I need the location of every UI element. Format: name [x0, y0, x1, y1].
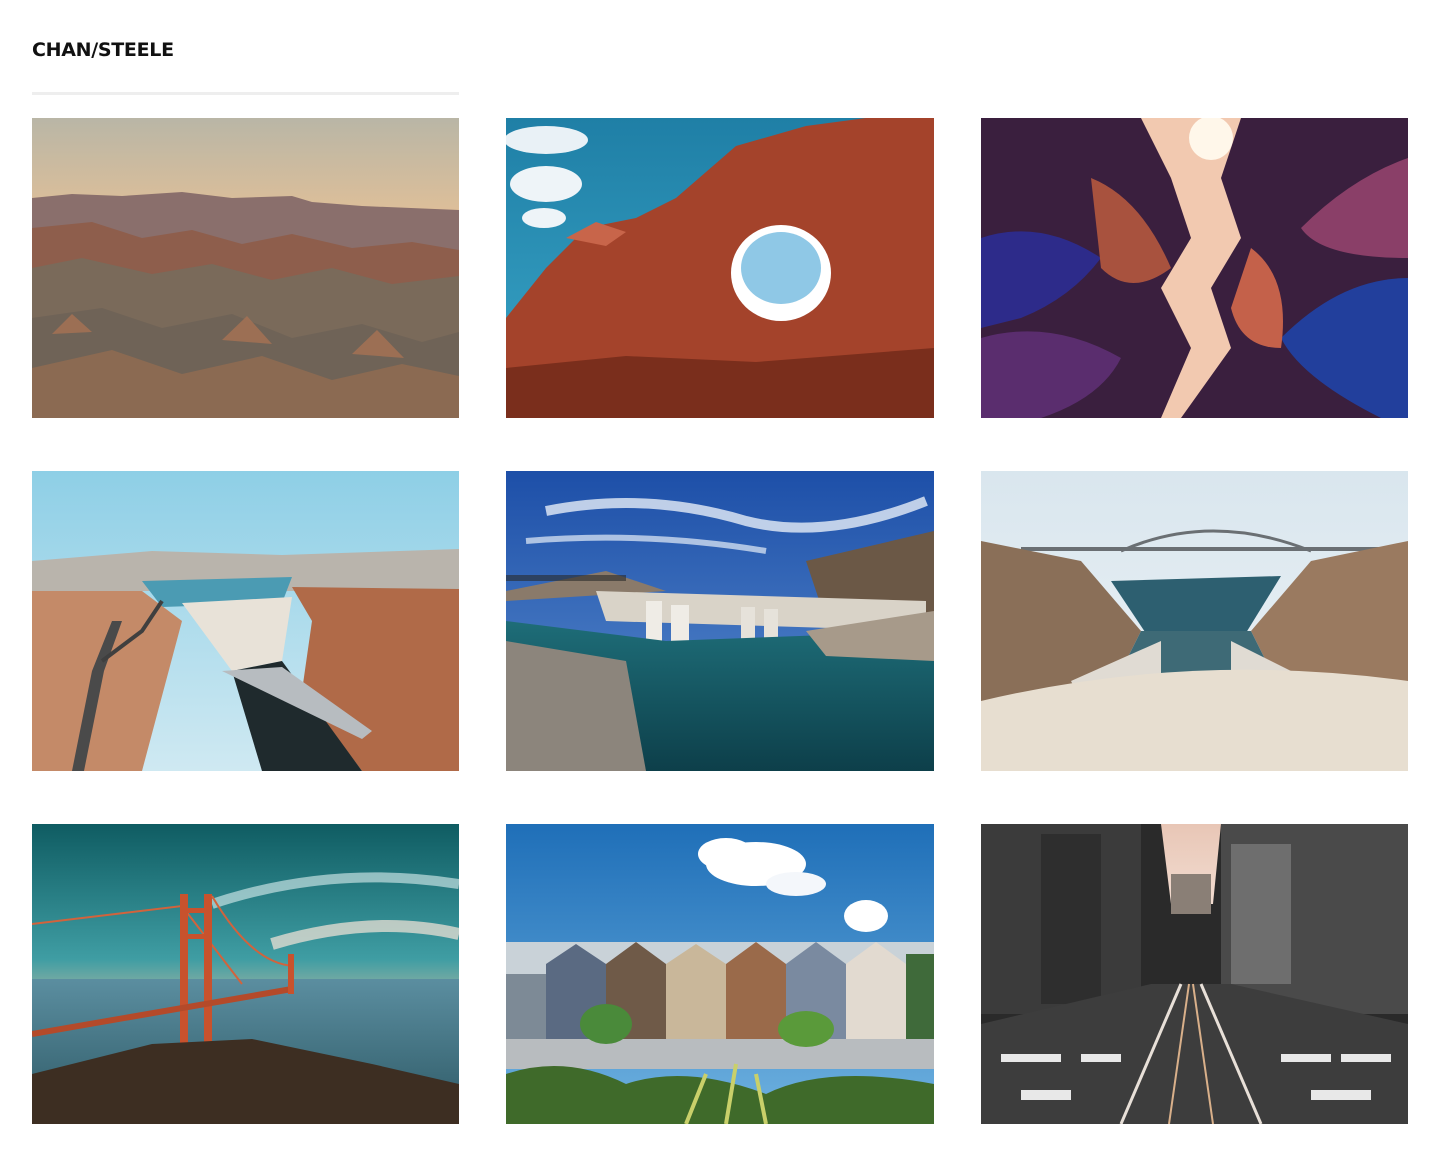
hoover-dam-towers-image: [506, 471, 934, 771]
red-rock-arch-image: [506, 118, 934, 418]
slot-canyon-image: [981, 118, 1408, 418]
gallery-photo-golden-gate[interactable]: [32, 824, 459, 1124]
brand-logo-link[interactable]: CHAN/STEELE: [32, 38, 174, 62]
gallery-photo-red-rock-arch[interactable]: [506, 118, 934, 418]
golden-gate-image: [32, 824, 459, 1124]
gallery-photo-hoover-dam-aerial[interactable]: [32, 471, 459, 771]
gallery-photo-painted-ladies[interactable]: [506, 824, 934, 1124]
hoover-dam-bridge-image: [981, 471, 1408, 771]
header-divider: [32, 92, 459, 95]
grand-canyon-image: [32, 118, 459, 418]
gallery-photo-grand-canyon[interactable]: [32, 118, 459, 418]
gallery-photo-sf-street[interactable]: [981, 824, 1408, 1124]
gallery-photo-hoover-dam-towers[interactable]: [506, 471, 934, 771]
painted-ladies-image: [506, 824, 934, 1124]
sf-street-image: [981, 824, 1408, 1124]
gallery-photo-slot-canyon[interactable]: [981, 118, 1408, 418]
gallery-photo-hoover-dam-bridge[interactable]: [981, 471, 1408, 771]
photo-gallery: [32, 118, 1408, 1124]
hoover-dam-aerial-image: [32, 471, 459, 771]
